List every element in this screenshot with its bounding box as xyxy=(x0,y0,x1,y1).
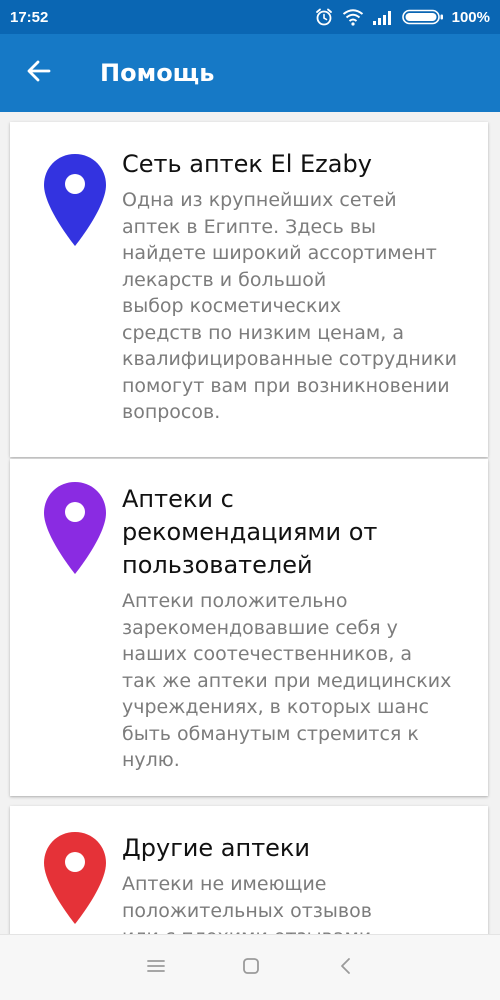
home-button[interactable] xyxy=(221,935,281,1000)
signal-icon xyxy=(372,9,394,25)
card-description: Одна из крупнейших сетей аптек в Египте.… xyxy=(122,189,457,423)
page-title: Помощь xyxy=(100,59,215,87)
back-chevron-icon xyxy=(338,956,354,980)
pin-shape xyxy=(44,832,106,924)
card-title: Другие аптеки xyxy=(122,834,311,862)
back-button[interactable] xyxy=(0,34,80,112)
location-pin-icon xyxy=(42,152,108,252)
menu-icon xyxy=(146,958,166,978)
content-list: Сеть аптек El Ezaby Одна из крупнейших с… xyxy=(0,112,500,934)
pharmacy-card-recommended[interactable]: Аптеки с рекомендациями от пользователей… xyxy=(10,459,488,796)
battery-percent: 100% xyxy=(451,8,490,26)
pin-shape xyxy=(44,154,106,246)
status-time: 17:52 xyxy=(10,8,49,26)
navigation-bar xyxy=(0,934,500,1000)
status-bar: 17:52 100% xyxy=(0,0,500,34)
status-icons: 100% xyxy=(314,7,490,27)
card-description: Аптеки не имеющие положительных отзывов … xyxy=(122,873,372,934)
arrow-back-icon xyxy=(26,58,52,88)
location-pin-icon xyxy=(42,830,108,930)
pharmacy-card-other[interactable]: Другие аптеки Аптеки не имеющие положите… xyxy=(10,806,488,934)
nav-back-button[interactable] xyxy=(316,935,376,1000)
battery-icon xyxy=(401,9,444,25)
pharmacy-card-el-ezaby[interactable]: Сеть аптек El Ezaby Одна из крупнейших с… xyxy=(10,122,488,457)
alarm-icon xyxy=(314,7,334,27)
pin-shape xyxy=(44,482,106,574)
card-title: Сеть аптек El Ezaby xyxy=(122,150,372,178)
home-square-icon xyxy=(241,956,261,980)
location-pin-icon xyxy=(42,480,108,580)
card-description: Аптеки положительно зарекомендовавшие се… xyxy=(122,590,452,771)
wifi-icon xyxy=(342,8,364,26)
menu-button[interactable] xyxy=(126,935,186,1000)
app-bar: Помощь xyxy=(0,34,500,112)
card-title: Аптеки с рекомендациями от пользователей xyxy=(122,485,378,579)
